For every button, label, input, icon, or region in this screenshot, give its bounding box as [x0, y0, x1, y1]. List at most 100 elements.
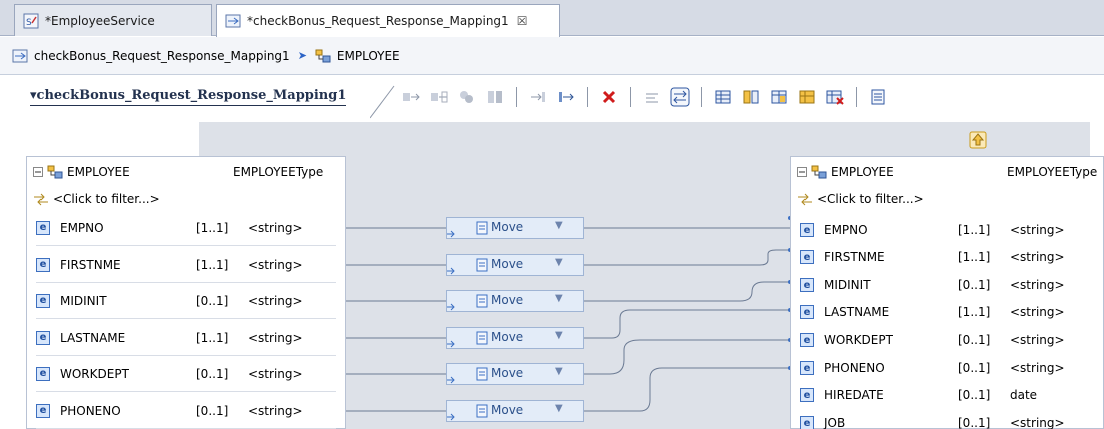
toolbar-separator [630, 87, 631, 107]
target-field-firstnme[interactable]: e FIRSTNME [1..1] <string> [800, 245, 1100, 269]
move-transform[interactable]: Move ▼ [446, 363, 584, 385]
join-transform-icon[interactable] [456, 86, 478, 108]
move-transform[interactable]: Move ▼ [446, 290, 584, 312]
field-type: <string> [1010, 223, 1065, 237]
field-type: date [1010, 388, 1038, 402]
field-type: <string> [248, 330, 303, 345]
field-cardinality: [1..1] [196, 220, 229, 235]
tab-mapping-editor[interactable]: *checkBonus_Request_Response_Mapping1 ☒ [216, 4, 560, 37]
field-name: MIDINIT [824, 278, 871, 292]
output-connect-icon[interactable] [555, 86, 577, 108]
field-cardinality: [0..1] [958, 416, 991, 429]
element-icon: e [800, 223, 814, 237]
chevron-down-icon[interactable]: ▼ [555, 220, 563, 231]
field-cardinality: [1..1] [196, 257, 229, 272]
tab-employee-service[interactable]: S *EmployeeService [14, 4, 212, 36]
field-name: LASTNAME [824, 305, 890, 319]
filter-icon [34, 193, 48, 206]
collapse-toggle-icon[interactable] [33, 167, 43, 177]
delete-table-icon[interactable] [824, 86, 846, 108]
field-type: <string> [1010, 305, 1065, 319]
mapping-toolbar [400, 82, 889, 112]
source-field-midinit[interactable]: e MIDINIT [0..1] <string> [36, 283, 336, 319]
move-icon [476, 331, 488, 345]
field-name: MIDINIT [60, 293, 107, 308]
layout-grid-icon[interactable] [712, 86, 734, 108]
element-icon: e [800, 333, 814, 347]
field-cardinality: [0..1] [196, 403, 229, 418]
move-transform[interactable]: Move ▼ [446, 327, 584, 349]
move-transform-icon[interactable] [400, 86, 422, 108]
chevron-down-icon[interactable]: ▼ [555, 293, 563, 304]
field-cardinality: [0..1] [196, 293, 229, 308]
svg-text:S: S [26, 18, 32, 28]
input-terminal-icon [447, 267, 455, 275]
properties-icon[interactable] [867, 86, 889, 108]
source-field-firstnme[interactable]: e FIRSTNME [1..1] <string> [36, 247, 336, 283]
target-field-lastname[interactable]: e LASTNAME [1..1] <string> [800, 300, 1100, 324]
field-type: <string> [1010, 361, 1065, 375]
business-object-icon [47, 165, 63, 179]
field-cardinality: [1..1] [196, 330, 229, 345]
field-name: WORKDEPT [60, 366, 129, 381]
chevron-down-icon[interactable]: ▼ [555, 330, 563, 341]
chevron-down-icon[interactable]: ▼ [555, 366, 563, 377]
collapse-icon[interactable] [641, 86, 663, 108]
delete-icon[interactable] [598, 86, 620, 108]
table-view-icon[interactable] [768, 86, 790, 108]
toolbar-separator [856, 87, 857, 107]
close-icon[interactable]: ☒ [517, 14, 528, 28]
move-icon [476, 258, 488, 272]
target-filter[interactable]: <Click to filter...> [791, 187, 1103, 211]
element-icon: e [36, 330, 50, 345]
field-type: <string> [248, 220, 303, 235]
input-terminal-icon [447, 340, 455, 348]
source-field-phoneno[interactable]: e PHONENO [0..1] <string> [36, 393, 336, 429]
source-field-lastname[interactable]: e LASTNAME [1..1] <string> [36, 320, 336, 356]
collapse-toggle-icon[interactable] [797, 167, 807, 177]
editor-tab-bar: S *EmployeeService *checkBonus_Request_R… [0, 0, 1104, 37]
breadcrumb: checkBonus_Request_Response_Mapping1 ➤ E… [0, 37, 1104, 75]
add-column-icon[interactable] [740, 86, 762, 108]
target-field-hiredate[interactable]: e HIREDATE [0..1] date [800, 383, 1100, 407]
move-transform[interactable]: Move ▼ [446, 400, 584, 422]
element-icon: e [800, 361, 814, 375]
group-icon[interactable] [796, 86, 818, 108]
breadcrumb-mapping[interactable]: checkBonus_Request_Response_Mapping1 [34, 49, 290, 63]
breadcrumb-employee[interactable]: EMPLOYEE [337, 49, 400, 63]
source-field-workdept[interactable]: e WORKDEPT [0..1] <string> [36, 356, 336, 392]
target-field-empno[interactable]: e EMPNO [1..1] <string> [800, 218, 1100, 242]
source-type: EMPLOYEEType [233, 165, 324, 179]
map-file-icon [225, 13, 241, 29]
target-header: EMPLOYEE EMPLOYEEType [791, 157, 1103, 187]
field-name: EMPNO [824, 223, 868, 237]
mapping-title[interactable]: ▾checkBonus_Request_Response_Mapping1 [30, 88, 347, 106]
source-field-empno[interactable]: e EMPNO [1..1] <string> [36, 210, 336, 246]
target-field-job[interactable]: e JOB [0..1] <string> [800, 411, 1100, 429]
field-cardinality: [1..1] [958, 223, 991, 237]
field-type: <string> [248, 366, 303, 381]
merge-transform-icon[interactable] [484, 86, 506, 108]
go-up-icon[interactable] [968, 130, 988, 150]
input-connect-icon[interactable] [527, 86, 549, 108]
element-icon: e [800, 278, 814, 292]
chevron-down-icon[interactable]: ▼ [555, 403, 563, 414]
target-field-midinit[interactable]: e MIDINIT [0..1] <string> [800, 273, 1100, 297]
transform-label: Move [491, 293, 524, 307]
move-transform[interactable]: Move ▼ [446, 254, 584, 276]
chevron-down-icon[interactable]: ▼ [555, 257, 563, 268]
service-file-icon: S [23, 13, 39, 29]
tab-label: *EmployeeService [45, 13, 155, 28]
move-transform[interactable]: Move ▼ [446, 217, 584, 239]
target-field-workdept[interactable]: e WORKDEPT [0..1] <string> [800, 328, 1100, 352]
target-field-phoneno[interactable]: e PHONENO [0..1] <string> [800, 356, 1100, 380]
source-filter[interactable]: <Click to filter...> [27, 187, 345, 211]
submap-transform-icon[interactable] [428, 86, 450, 108]
element-icon: e [800, 305, 814, 319]
source-name: EMPLOYEE [67, 165, 130, 179]
element-icon: e [800, 250, 814, 264]
target-name: EMPLOYEE [831, 165, 894, 179]
expand-all-icon[interactable] [669, 86, 691, 108]
title-divider [370, 85, 395, 119]
field-cardinality: [1..1] [958, 305, 991, 319]
